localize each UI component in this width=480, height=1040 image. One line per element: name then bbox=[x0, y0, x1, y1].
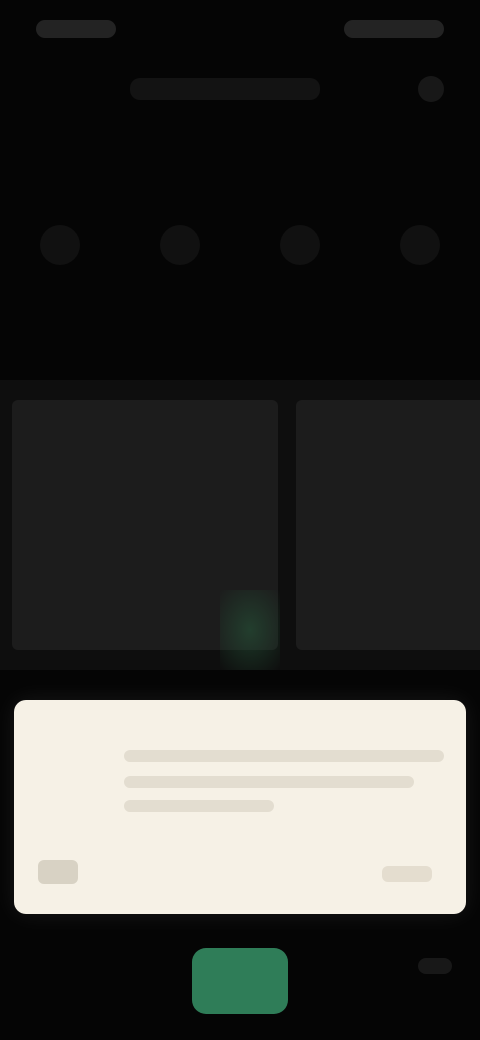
dialog-text-line bbox=[124, 750, 444, 762]
primary-action-button[interactable] bbox=[192, 948, 288, 1014]
mode-icon[interactable] bbox=[280, 225, 320, 265]
bottom-bar bbox=[0, 920, 480, 1040]
dialog-action-button[interactable] bbox=[382, 866, 432, 882]
toolbar bbox=[0, 60, 480, 130]
dialog-icon[interactable] bbox=[38, 860, 78, 884]
system-indicators bbox=[344, 20, 444, 38]
dialog-text-line bbox=[124, 776, 414, 788]
status-bar bbox=[0, 0, 480, 60]
mode-icon[interactable] bbox=[40, 225, 80, 265]
more-options-icon[interactable] bbox=[418, 76, 444, 102]
mode-selector bbox=[0, 190, 480, 300]
app-screen bbox=[0, 0, 480, 1040]
toolbar-title bbox=[130, 78, 320, 100]
mode-icon[interactable] bbox=[400, 225, 440, 265]
dialog-text-line bbox=[124, 800, 274, 812]
dialog-card bbox=[14, 700, 466, 914]
menu-icon[interactable] bbox=[418, 958, 452, 974]
background-glow bbox=[220, 590, 280, 670]
preview-panel-right[interactable] bbox=[296, 400, 480, 650]
mode-icon[interactable] bbox=[160, 225, 200, 265]
status-icons bbox=[36, 20, 116, 38]
